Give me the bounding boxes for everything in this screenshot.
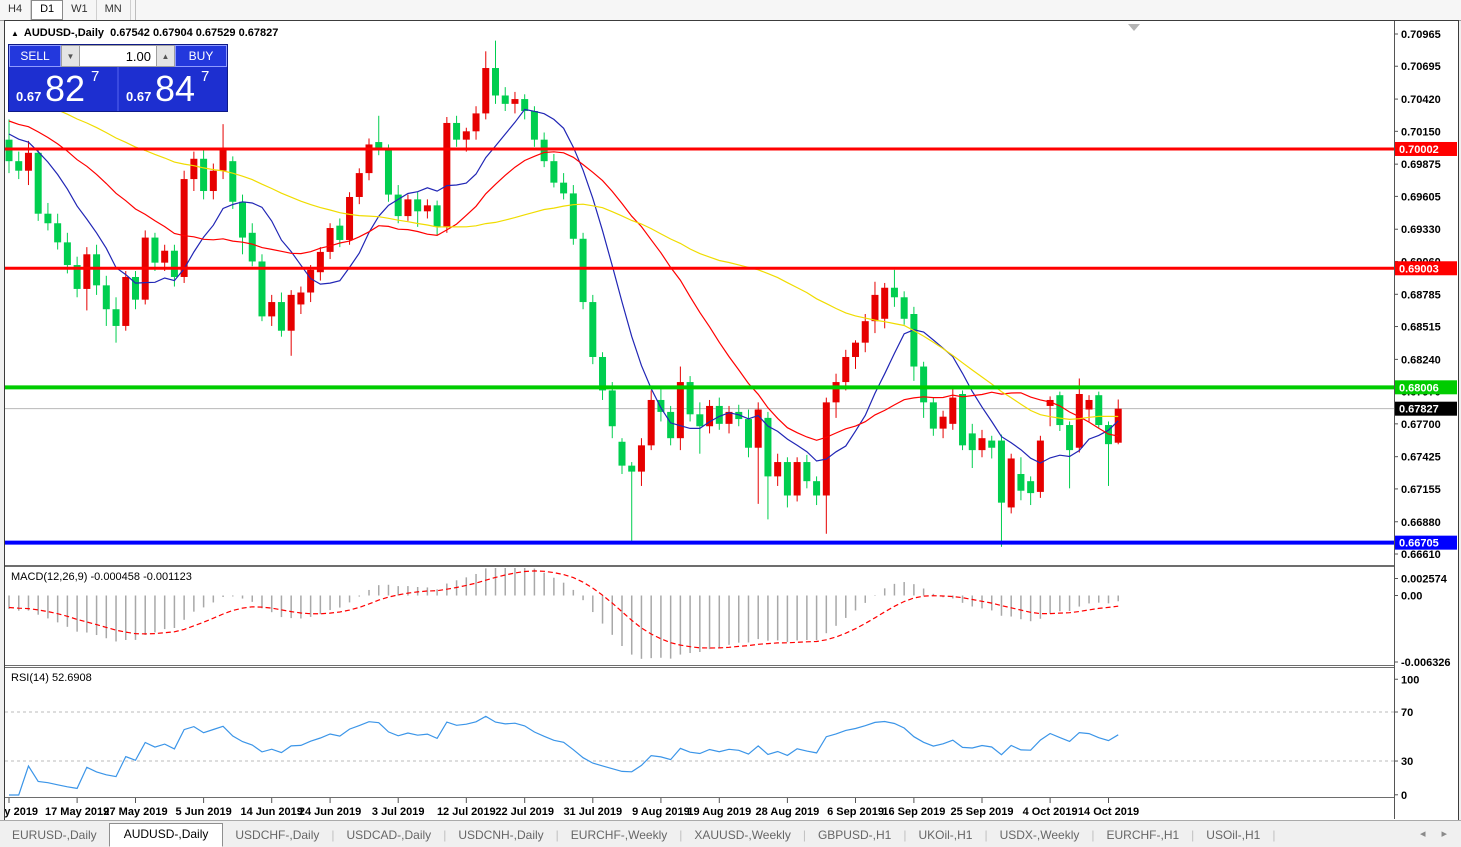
svg-text:0.68515: 0.68515 (1401, 322, 1441, 334)
svg-text:0.66705: 0.66705 (1399, 538, 1439, 550)
chart-ohlc-readout: 0.67542 0.67904 0.67529 0.67827 (110, 27, 279, 39)
collapse-panel-icon[interactable]: ▲ (11, 29, 19, 38)
svg-text:0.67425: 0.67425 (1401, 452, 1441, 464)
buy-price-panel[interactable]: 0.67 84 7 (119, 67, 227, 111)
svg-text:0.69330: 0.69330 (1401, 224, 1441, 236)
svg-text:0.68240: 0.68240 (1401, 354, 1441, 366)
lot-increase-button[interactable]: ▲ (156, 45, 175, 67)
svg-text:14 Jun 2019: 14 Jun 2019 (241, 806, 303, 818)
svg-text:3 Jul 2019: 3 Jul 2019 (372, 806, 425, 818)
chart-window: 0.70965 0.70695 0.70420 0.70150 0.69875 0.696… (4, 20, 1459, 822)
timeframe-mn-button[interactable]: MN (97, 0, 131, 20)
sell-price-big: 82 (45, 68, 86, 109)
symbol-tab-bar: EURUSD-,Daily AUDUSD-,Daily USDCHF-,Daily |… (0, 820, 1461, 847)
svg-text:22 Jul 2019: 22 Jul 2019 (495, 806, 554, 818)
svg-text:31 Jul 2019: 31 Jul 2019 (563, 806, 622, 818)
buy-price-big: 84 (155, 68, 196, 109)
tabs-scroll-left-icon[interactable]: ◂ (1420, 827, 1426, 840)
chart-title: ▲ AUDUSD-,Daily 0.67542 0.67904 0.67529 0… (11, 27, 278, 39)
svg-text:24 Jun 2019: 24 Jun 2019 (299, 806, 361, 818)
svg-text:28 Aug 2019: 28 Aug 2019 (756, 806, 820, 818)
svg-text:0.69003: 0.69003 (1399, 263, 1439, 275)
tab-usoil-h1[interactable]: USOil-,H1 (1194, 824, 1272, 847)
svg-text:0.002574: 0.002574 (1401, 574, 1448, 586)
rsi-indicator-label: RSI(14) 52.6908 (11, 672, 92, 684)
rsi-line (9, 715, 1119, 796)
svg-text:70: 70 (1401, 707, 1413, 719)
tab-separator: | (1272, 828, 1276, 842)
svg-text:12 Jul 2019: 12 Jul 2019 (437, 806, 496, 818)
svg-text:6 Sep 2019: 6 Sep 2019 (827, 806, 884, 818)
svg-text:16 Sep 2019: 16 Sep 2019 (882, 806, 945, 818)
svg-text:19 Aug 2019: 19 Aug 2019 (687, 806, 751, 818)
tab-eurchf-h1[interactable]: EURCHF-,H1 (1095, 824, 1192, 847)
svg-text:0.69605: 0.69605 (1401, 191, 1441, 203)
ma-line-medium (8, 120, 1119, 441)
date-axis: 8 May 2019 17 May 201927 May 2019 5 Jun 20… (5, 798, 1139, 818)
svg-text:0.66610: 0.66610 (1401, 549, 1441, 561)
toolbar-divider (134, 0, 136, 20)
svg-text:0: 0 (1401, 790, 1407, 802)
svg-text:27 May 2019: 27 May 2019 (103, 806, 167, 818)
tab-xauusd-weekly[interactable]: XAUUSD-,Weekly (682, 824, 802, 847)
svg-text:0.70002: 0.70002 (1399, 144, 1439, 156)
svg-text:0.70150: 0.70150 (1401, 126, 1441, 138)
svg-text:0.69875: 0.69875 (1401, 159, 1441, 171)
svg-text:0.70965: 0.70965 (1401, 29, 1441, 41)
tab-usdcad-daily[interactable]: USDCAD-,Daily (335, 824, 444, 847)
svg-text:0.00: 0.00 (1401, 591, 1422, 603)
tab-eurchf-weekly[interactable]: EURCHF-,Weekly (559, 824, 679, 847)
svg-text:-0.006326: -0.006326 (1401, 657, 1451, 669)
tab-eurusd-daily[interactable]: EURUSD-,Daily (0, 824, 109, 847)
timeframe-w1-button[interactable]: W1 (63, 0, 97, 20)
price-axis: 0.70965 0.70695 0.70420 0.70150 0.69875 0.696… (1394, 21, 1458, 819)
tab-usdchf-daily[interactable]: USDCHF-,Daily (223, 824, 331, 847)
svg-text:9 Aug 2019: 9 Aug 2019 (632, 806, 690, 818)
svg-text:0.70695: 0.70695 (1401, 61, 1441, 73)
svg-text:0.70420: 0.70420 (1401, 94, 1441, 106)
sell-price-prefix: 0.67 (16, 89, 42, 104)
svg-text:8 May 2019: 8 May 2019 (5, 806, 38, 818)
chart-symbol-period: AUDUSD-,Daily (23, 27, 104, 39)
svg-text:4 Oct 2019: 4 Oct 2019 (1023, 806, 1078, 818)
svg-text:30: 30 (1401, 756, 1413, 768)
timeframe-h4-button[interactable]: H4 (0, 0, 32, 20)
sell-price-sup: 7 (91, 68, 100, 85)
svg-text:17 May 2019: 17 May 2019 (45, 806, 109, 818)
candles (5, 40, 1122, 547)
svg-text:0.66880: 0.66880 (1401, 517, 1441, 529)
tab-usdx-weekly[interactable]: USDX-,Weekly (988, 824, 1092, 847)
svg-text:0.67155: 0.67155 (1401, 484, 1441, 496)
tab-ukoil-h1[interactable]: UKOil-,H1 (906, 824, 984, 847)
svg-text:0.67827: 0.67827 (1399, 404, 1439, 416)
buy-button[interactable]: BUY (175, 45, 227, 67)
lot-size-input[interactable] (80, 45, 156, 67)
timeframe-toolbar: H4 D1 W1 MN (0, 0, 1461, 21)
svg-text:25 Sep 2019: 25 Sep 2019 (951, 806, 1014, 818)
svg-text:0.68006: 0.68006 (1399, 382, 1439, 394)
buy-price-sup: 7 (201, 68, 210, 85)
tab-gbpusd-h1[interactable]: GBPUSD-,H1 (806, 824, 903, 847)
macd-indicator-label: MACD(12,26,9) -0.000458 -0.001123 (11, 571, 192, 583)
tab-audusd-daily[interactable]: AUDUSD-,Daily (108, 823, 224, 847)
svg-text:0.68785: 0.68785 (1401, 289, 1441, 301)
timeframe-d1-button[interactable]: D1 (31, 0, 64, 20)
svg-text:0.67700: 0.67700 (1401, 419, 1441, 431)
sell-price-panel[interactable]: 0.67 82 7 (9, 67, 117, 111)
buy-price-prefix: 0.67 (126, 89, 152, 104)
chart-shift-marker-icon (1128, 24, 1140, 31)
svg-text:14 Oct 2019: 14 Oct 2019 (1078, 806, 1139, 818)
indicator-panels (5, 565, 1458, 798)
tab-usdcnh-daily[interactable]: USDCNH-,Daily (446, 824, 555, 847)
svg-text:5 Jun 2019: 5 Jun 2019 (175, 806, 231, 818)
price-chart-canvas[interactable]: 0.70965 0.70695 0.70420 0.70150 0.69875 0.696… (5, 21, 1458, 821)
lot-decrease-button[interactable]: ▼ (61, 45, 80, 67)
one-click-trading-panel: SELL ▼ ▲ BUY 0.67 82 7 0.67 84 7 (9, 45, 227, 111)
svg-text:100: 100 (1401, 674, 1419, 686)
tabs-scroll-right-icon[interactable]: ▸ (1441, 827, 1447, 840)
sell-button[interactable]: SELL (9, 45, 61, 67)
